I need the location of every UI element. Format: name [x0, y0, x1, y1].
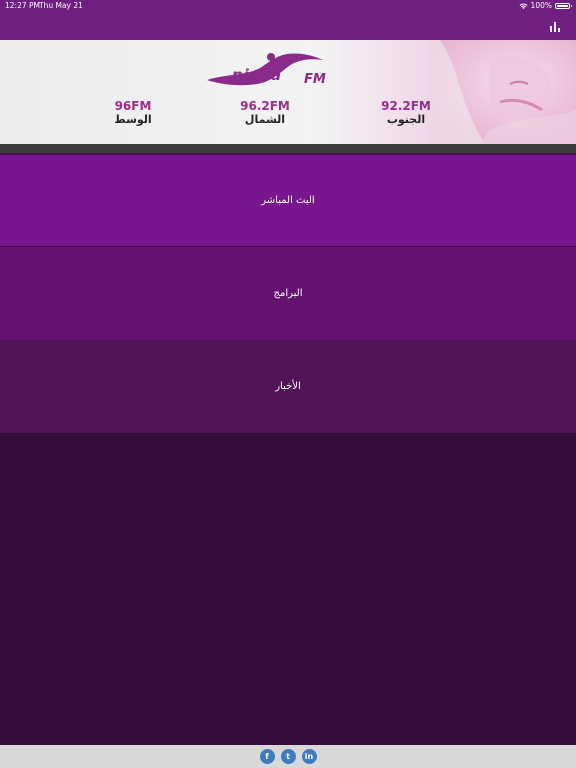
station-region: الوسط	[114, 113, 152, 126]
battery-icon	[555, 2, 572, 9]
navigation-bar	[0, 12, 576, 40]
station-region: الجنوب	[386, 113, 426, 126]
banner-divider	[0, 144, 576, 153]
status-time: 12:27 PM	[5, 1, 40, 10]
station-region: الشمال	[244, 113, 286, 126]
station-frequency: 96.2FM	[240, 99, 290, 113]
menu-item-label: البث المباشر	[261, 195, 315, 206]
bar-chart-icon[interactable]	[549, 21, 561, 33]
logo-fm: FM	[304, 72, 326, 87]
menu-item-label: الأخبار	[275, 381, 301, 392]
linkedin-icon[interactable]: in	[301, 749, 317, 764]
menu-item-news[interactable]: الأخبار	[0, 340, 576, 433]
banner-portrait-image	[430, 40, 576, 144]
facebook-icon[interactable]: f	[259, 749, 275, 764]
social-footer: f t in	[0, 745, 576, 768]
menu-item-live-broadcast[interactable]: البث المباشر	[0, 153, 576, 246]
station-banner: nisaa FM 96FM الوسط 96.2FM الشمال 92.2FM…	[0, 40, 576, 144]
menu-item-label: البرامج	[273, 288, 303, 299]
battery-percent: 100%	[530, 1, 552, 10]
logo-wordmark: nisaa	[232, 66, 282, 84]
station-frequency: 92.2FM	[381, 99, 431, 113]
status-bar: 12:27 PM Thu May 21 100%	[0, 0, 576, 12]
menu-item-programs[interactable]: البرامج	[0, 247, 576, 340]
twitter-icon[interactable]: t	[280, 749, 296, 764]
station-frequency: 96FM	[114, 99, 152, 113]
status-date: Thu May 21	[39, 1, 83, 10]
wifi-icon	[519, 2, 528, 9]
status-right: 100%	[519, 1, 572, 10]
